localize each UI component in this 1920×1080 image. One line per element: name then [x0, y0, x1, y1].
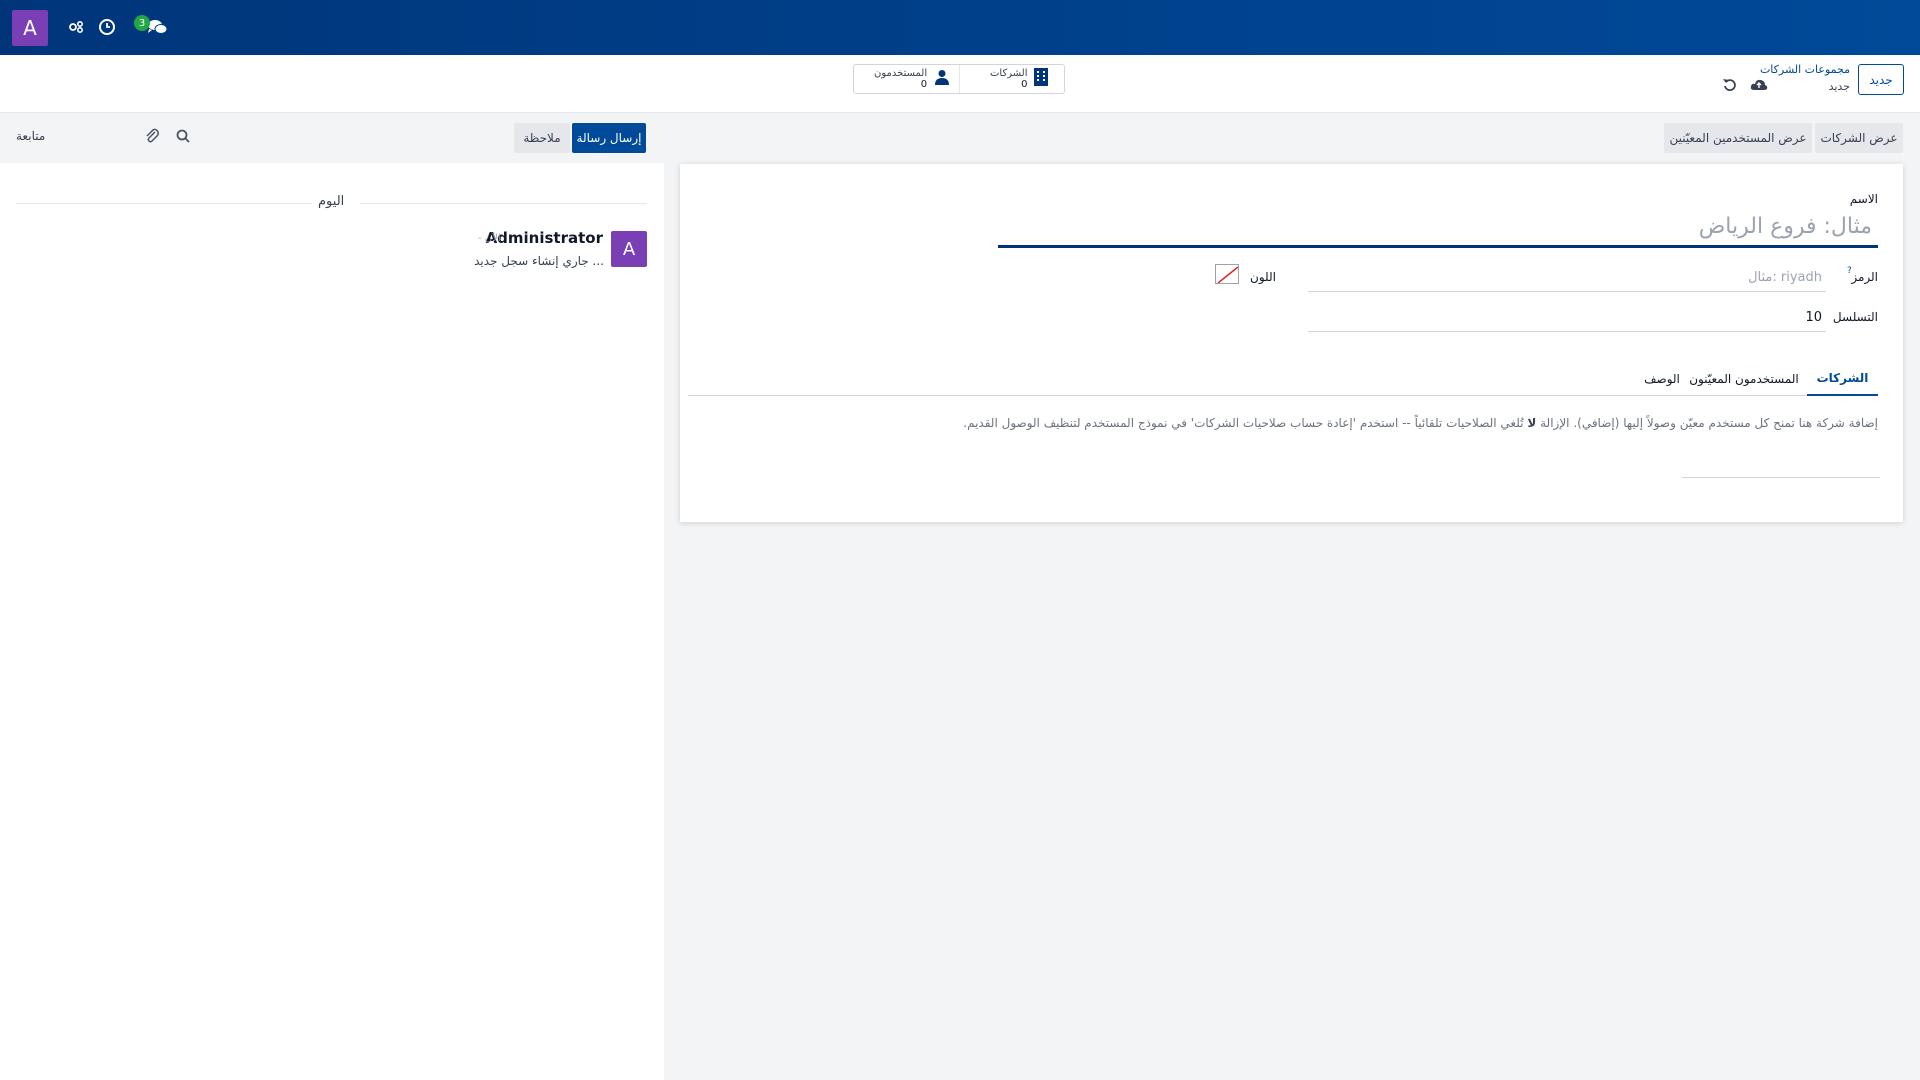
date-separator-label: اليوم [318, 194, 345, 209]
users-stat-button[interactable]: المستخدمون 0 [854, 65, 960, 93]
date-separator-line [360, 203, 647, 204]
color-picker[interactable] [1215, 264, 1239, 284]
date-separator-line [16, 203, 312, 204]
help-text-suffix: تُلغي الصلاحيات تلقائياً -- استخدم 'إعاد… [963, 416, 1528, 430]
message-author[interactable]: Administrator [486, 229, 603, 247]
companies-stat-button[interactable]: الشركات 0 [960, 65, 1066, 93]
name-label: الاسم [1849, 192, 1878, 206]
users-stat-count: 0 [920, 79, 928, 90]
follow-button[interactable]: متابعة [16, 129, 45, 143]
user-icon [935, 69, 950, 89]
chatter-toolbar: متابعة ملاحظة إرسال رسالة [0, 113, 664, 163]
message-body: جاري إنشاء سجل جديد ... [474, 254, 604, 268]
breadcrumb-parent[interactable]: مجموعات الشركات [1760, 63, 1850, 76]
tab-assigned-users[interactable]: المستخدمون المعيّنون [1685, 362, 1803, 396]
companies-tab-help-text: إضافة شركة هنا تمنح كل مستخدم معيّن وصول… [963, 416, 1878, 430]
sequence-label: التسلسل [1832, 310, 1878, 324]
message-time: - الآن [478, 233, 501, 244]
companies-stat-count: 0 [1021, 79, 1028, 90]
user-avatar[interactable]: A [12, 10, 48, 46]
log-note-button[interactable]: ملاحظة [514, 123, 570, 153]
sequence-input[interactable]: 10 [1308, 306, 1826, 332]
companies-list-empty-row[interactable] [1682, 477, 1880, 478]
code-label: الرمز [1851, 270, 1878, 284]
stat-button-group: المستخدمون 0 الشركات 0 [853, 64, 1065, 94]
notebook-tabs: الوصف المستخدمون المعيّنون الشركات [688, 362, 1878, 396]
breadcrumb-current: جديد [1828, 80, 1850, 93]
chat-count-badge: 3 [134, 15, 150, 31]
companies-stat-label: الشركات [990, 68, 1028, 79]
paperclip-icon[interactable] [144, 128, 162, 146]
code-input[interactable]: مثال: riyadh [1308, 266, 1826, 292]
discard-icon[interactable] [1722, 77, 1738, 97]
users-stat-label: المستخدمون [874, 68, 928, 79]
view-assigned-users-button[interactable]: عرض المستخدمين المعيّنين [1664, 123, 1812, 153]
control-panel: المستخدمون 0 الشركات 0 مجموعات الشركات ج… [0, 55, 1920, 113]
help-text-emphasis: لا [1527, 416, 1537, 430]
people-gear-icon[interactable] [65, 16, 87, 38]
new-button[interactable]: جديد [1858, 64, 1904, 95]
send-message-button[interactable]: إرسال رسالة [572, 123, 646, 153]
name-input[interactable]: مثال: فروع الرياض [998, 210, 1878, 248]
color-label: اللون [1250, 270, 1276, 284]
message-author-avatar[interactable]: A [611, 231, 647, 267]
tab-companies[interactable]: الشركات [1807, 362, 1878, 396]
search-icon[interactable] [175, 128, 193, 146]
top-navbar: A 3 [0, 0, 1920, 55]
view-companies-button[interactable]: عرض الشركات [1815, 123, 1903, 153]
clock-icon[interactable] [96, 16, 118, 38]
save-cloud-icon[interactable] [1750, 77, 1768, 97]
building-icon [1033, 68, 1048, 90]
help-text-prefix: إضافة شركة هنا تمنح كل مستخدم معيّن وصول… [1536, 416, 1878, 430]
